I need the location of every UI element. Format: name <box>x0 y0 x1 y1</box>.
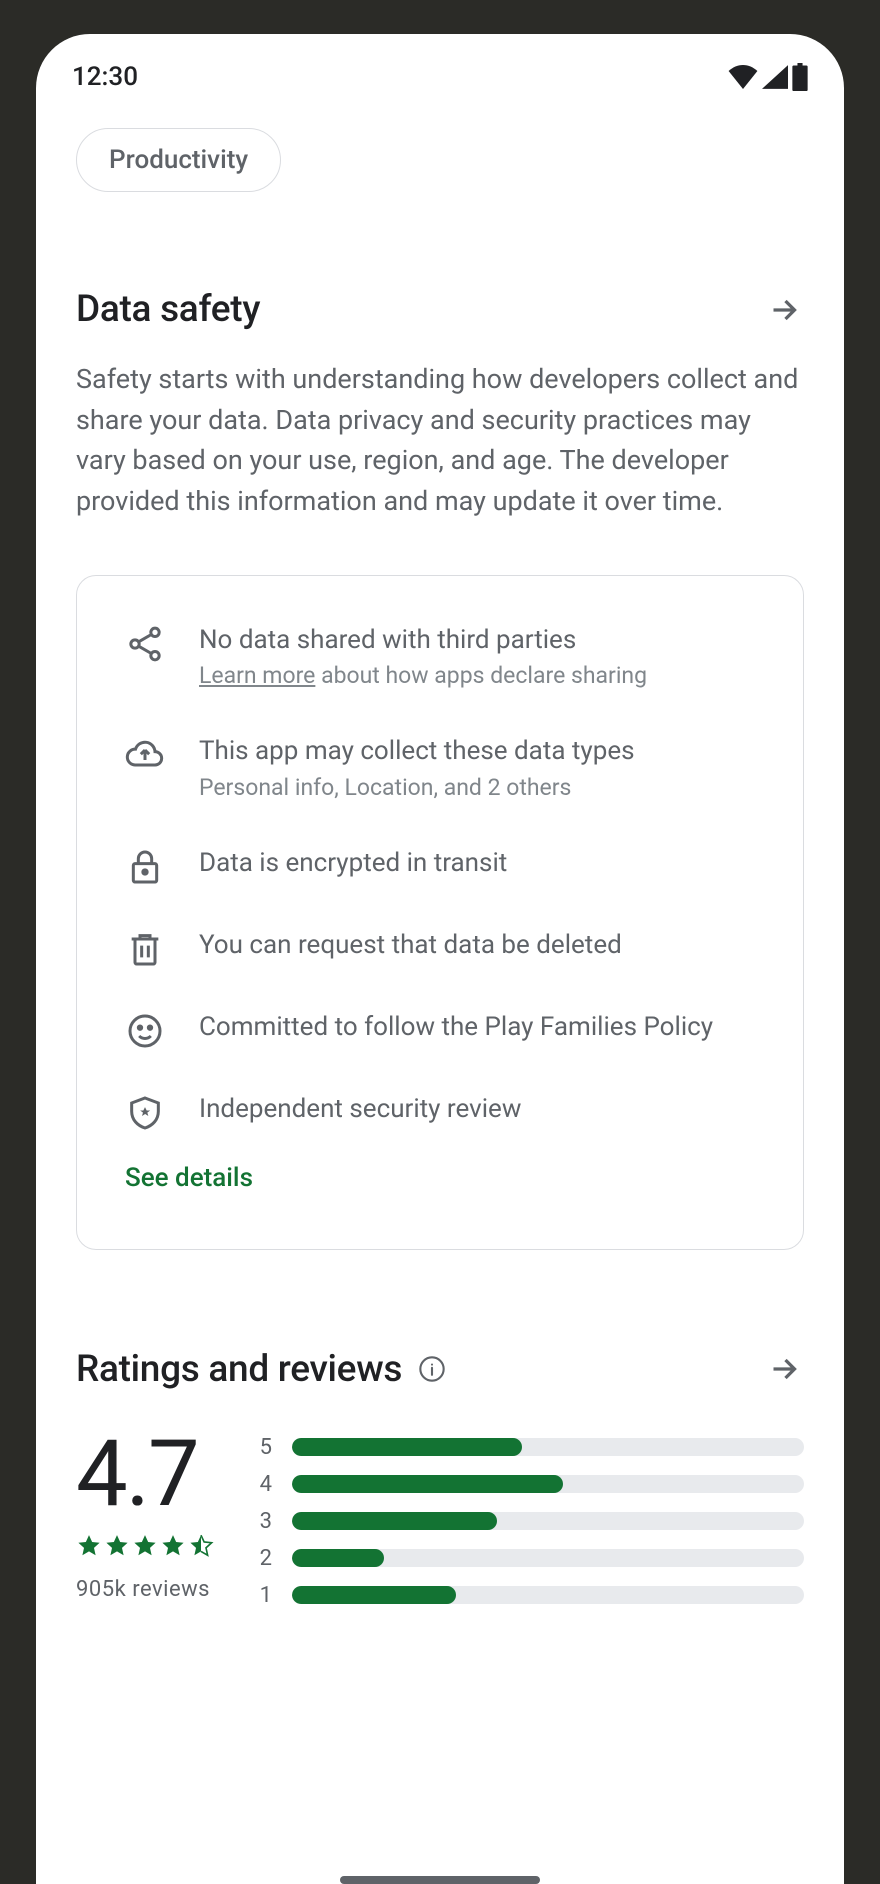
safety-item-title: This app may collect these data types <box>199 733 755 769</box>
arrow-right-icon[interactable] <box>764 1349 804 1389</box>
ratings-title: Ratings and reviews <box>76 1348 402 1391</box>
review-count: 905k reviews <box>76 1577 214 1602</box>
cell-signal-icon <box>762 65 788 89</box>
data-safety-description: Safety starts with understanding how dev… <box>76 359 804 521</box>
home-indicator <box>340 1876 540 1884</box>
face-icon <box>125 1011 165 1051</box>
battery-icon <box>792 63 808 91</box>
star-icon <box>76 1533 102 1563</box>
safety-item-title: Committed to follow the Play Families Po… <box>199 1009 755 1045</box>
safety-item: This app may collect these data types Pe… <box>125 733 755 800</box>
star-icon <box>104 1533 130 1563</box>
star-half-icon <box>188 1533 214 1563</box>
safety-item-title: Data is encrypted in transit <box>199 845 755 881</box>
stars-row <box>76 1533 214 1563</box>
shield-icon <box>125 1093 165 1133</box>
safety-item-sub: Learn more about how apps declare sharin… <box>199 662 755 689</box>
safety-item-title: Independent security review <box>199 1091 755 1127</box>
rating-bar-row: 3 <box>256 1509 804 1534</box>
bar-fill <box>292 1549 384 1567</box>
star-icon <box>160 1533 186 1563</box>
category-chip[interactable]: Productivity <box>76 128 281 192</box>
share-icon <box>125 624 165 664</box>
bar-fill <box>292 1586 456 1604</box>
trash-icon <box>125 929 165 969</box>
arrow-right-icon[interactable] <box>764 290 804 330</box>
info-icon[interactable] <box>418 1355 446 1383</box>
status-bar: 12:30 <box>36 34 844 100</box>
rating-bar-row: 5 <box>256 1435 804 1460</box>
safety-item: You can request that data be deleted <box>125 927 755 969</box>
wifi-icon <box>728 65 758 89</box>
see-details-link[interactable]: See details <box>125 1163 755 1193</box>
safety-item-title: You can request that data be deleted <box>199 927 755 963</box>
rating-score: 4.7 <box>76 1429 214 1521</box>
status-time: 12:30 <box>72 62 138 92</box>
bar-fill <box>292 1475 563 1493</box>
rating-bar-row: 4 <box>256 1472 804 1497</box>
ratings-body: 4.7 905k reviews 5 4 3 2 1 <box>76 1429 804 1608</box>
learn-more-link[interactable]: Learn more <box>199 662 315 689</box>
bar-fill <box>292 1512 497 1530</box>
data-safety-title: Data safety <box>76 288 260 331</box>
lock-icon <box>125 847 165 887</box>
rating-bars: 5 4 3 2 1 <box>256 1429 804 1608</box>
rating-summary: 4.7 905k reviews <box>76 1429 214 1602</box>
rating-bar-row: 1 <box>256 1583 804 1608</box>
data-safety-header[interactable]: Data safety <box>76 288 804 331</box>
cloud-upload-icon <box>125 735 165 775</box>
data-safety-card: No data shared with third parties Learn … <box>76 575 804 1250</box>
safety-item: Independent security review <box>125 1091 755 1133</box>
star-icon <box>132 1533 158 1563</box>
safety-item: Committed to follow the Play Families Po… <box>125 1009 755 1051</box>
status-icons <box>728 63 808 91</box>
rating-bar-row: 2 <box>256 1546 804 1571</box>
safety-item-title: No data shared with third parties <box>199 622 755 658</box>
ratings-header[interactable]: Ratings and reviews <box>76 1348 804 1391</box>
safety-item-sub: Personal info, Location, and 2 others <box>199 774 755 801</box>
safety-item: No data shared with third parties Learn … <box>125 622 755 689</box>
safety-item: Data is encrypted in transit <box>125 845 755 887</box>
bar-fill <box>292 1438 522 1456</box>
